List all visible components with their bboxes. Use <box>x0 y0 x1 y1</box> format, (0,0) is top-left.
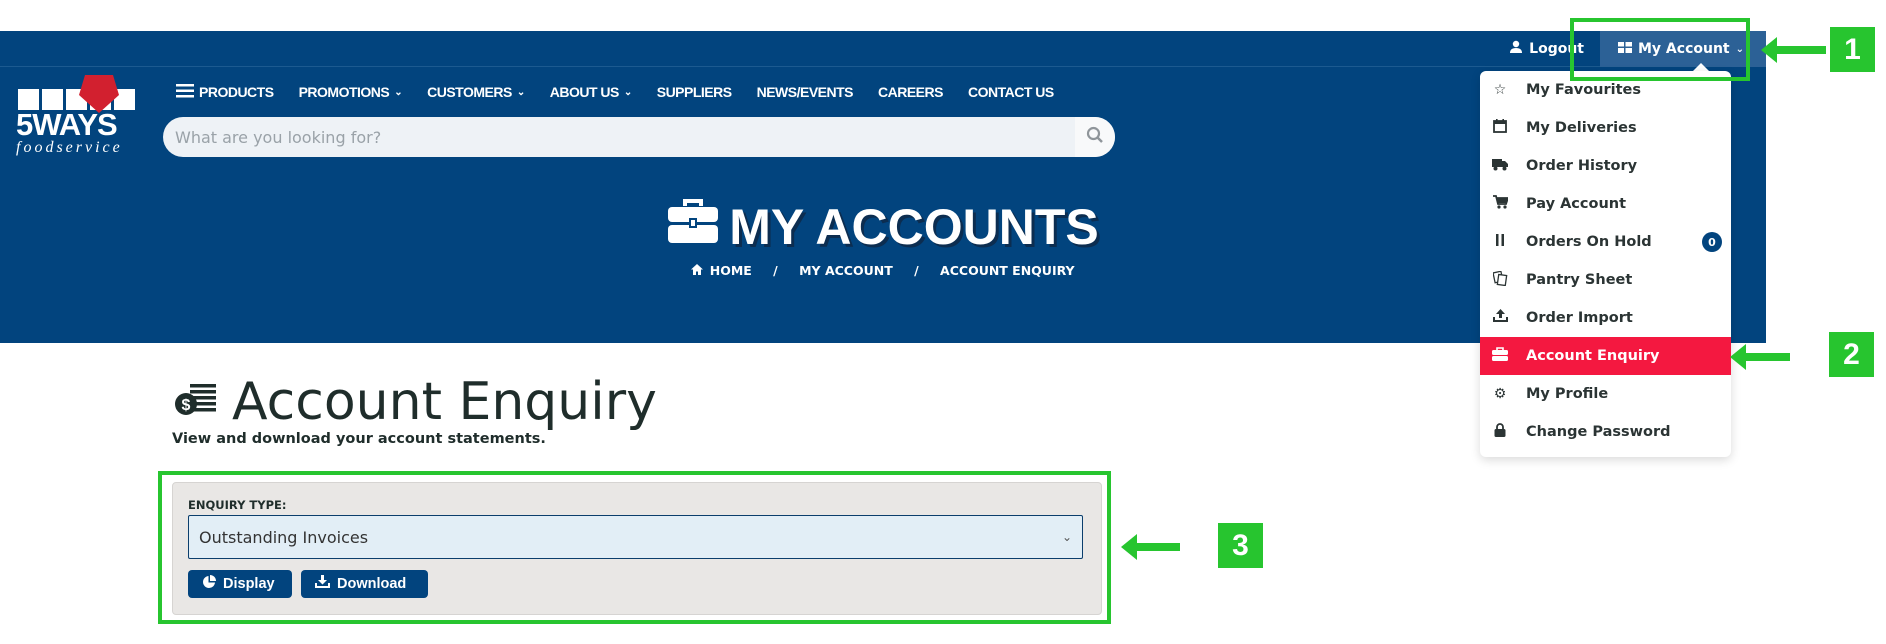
menu-item-order-history[interactable]: Order History <box>1480 147 1731 185</box>
chevron-down-icon: ⌄ <box>394 86 403 98</box>
search-input[interactable] <box>163 126 1075 148</box>
breadcrumb-my-account[interactable]: MY ACCOUNT <box>799 263 893 278</box>
annotation-label-3: 3 <box>1218 523 1263 568</box>
annotation-box-1 <box>1570 18 1750 81</box>
nav-promotions[interactable]: PROMOTIONS ⌄ <box>299 84 403 100</box>
menu-item-my-deliveries[interactable]: My Deliveries <box>1480 109 1731 147</box>
nav-label: ABOUT US <box>549 84 620 100</box>
menu-item-label: Orders On Hold <box>1526 234 1652 250</box>
menu-item-label: Change Password <box>1526 424 1671 440</box>
truck-icon <box>1490 158 1510 175</box>
search-button[interactable] <box>1075 117 1115 157</box>
menu-item-label: Order History <box>1526 158 1638 174</box>
chevron-down-icon: ⌄ <box>623 86 632 98</box>
annotation-arrow-3 <box>1121 534 1180 560</box>
menu-item-label: Pantry Sheet <box>1526 272 1633 288</box>
nav-about-us[interactable]: ABOUT US ⌄ <box>549 84 633 100</box>
search-bar <box>163 117 1115 157</box>
nav-customers[interactable]: CUSTOMERS ⌄ <box>427 84 525 100</box>
menu-item-orders-on-hold[interactable]: Orders On Hold 0 <box>1480 223 1731 261</box>
logo-brand: 5WAYS <box>16 107 118 142</box>
breadcrumb-separator: / <box>773 263 778 278</box>
content-subtitle: View and download your account statement… <box>172 431 546 447</box>
nav-label: CAREERS <box>878 84 943 100</box>
breadcrumb-separator: / <box>914 263 919 278</box>
star-icon: ☆ <box>1493 82 1507 98</box>
user-icon <box>1509 40 1523 58</box>
nav-careers[interactable]: CAREERS <box>878 84 943 100</box>
annotation-label-2: 2 <box>1829 332 1874 377</box>
account-dropdown-menu: ☆ My Favourites My Deliveries Order Hist… <box>1480 71 1731 457</box>
page-title: MY ACCOUNTS <box>729 199 1099 255</box>
menu-item-change-password[interactable]: Change Password <box>1480 413 1731 451</box>
briefcase-icon <box>667 198 719 256</box>
svg-text:$: $ <box>182 397 191 414</box>
hamburger-icon <box>176 83 194 101</box>
annotation-label-1: 1 <box>1830 27 1875 72</box>
menu-item-order-import[interactable]: Order Import <box>1480 299 1731 337</box>
annotation-arrow-1 <box>1761 37 1826 63</box>
logo-tagline: foodservice <box>16 139 123 156</box>
gear-icon: ⚙ <box>1493 386 1507 402</box>
nav-news-events[interactable]: NEWS/EVENTS <box>756 84 854 100</box>
copy-icon <box>1490 270 1510 290</box>
chevron-down-icon: ⌄ <box>516 86 525 98</box>
main-nav: PRODUCTS PROMOTIONS ⌄ CUSTOMERS ⌄ ABOUT … <box>176 82 1079 102</box>
search-icon <box>1086 126 1104 148</box>
nav-label: CONTACT US <box>967 84 1054 100</box>
annotation-box-3 <box>158 471 1111 624</box>
lock-icon <box>1490 423 1510 441</box>
nav-label: PROMOTIONS <box>298 84 390 100</box>
nav-contact-us[interactable]: CONTACT US <box>968 84 1054 100</box>
content-title: Account Enquiry <box>232 372 657 432</box>
nav-label: SUPPLIERS <box>656 84 732 100</box>
briefcase-icon <box>1490 347 1510 365</box>
nav-label: PRODUCTS <box>199 84 274 100</box>
orders-on-hold-badge: 0 <box>1702 232 1722 252</box>
logo[interactable]: 5WAYS foodservice <box>16 75 140 157</box>
menu-item-my-profile[interactable]: ⚙ My Profile <box>1480 375 1731 413</box>
menu-item-pay-account[interactable]: Pay Account <box>1480 185 1731 223</box>
menu-item-label: My Profile <box>1526 386 1609 402</box>
upload-icon <box>1490 309 1510 327</box>
menu-item-label: Order Import <box>1526 310 1633 326</box>
nav-products[interactable]: PRODUCTS <box>176 83 274 101</box>
pause-icon <box>1490 234 1510 250</box>
menu-item-label: Account Enquiry <box>1526 348 1660 364</box>
menu-item-label: Pay Account <box>1526 196 1627 212</box>
menu-item-account-enquiry[interactable]: Account Enquiry <box>1480 337 1731 375</box>
nav-suppliers[interactable]: SUPPLIERS <box>657 84 732 100</box>
home-icon <box>691 263 707 278</box>
breadcrumb-current: ACCOUNT ENQUIRY <box>940 263 1075 278</box>
menu-item-pantry-sheet[interactable]: Pantry Sheet <box>1480 261 1731 299</box>
menu-item-label: My Deliveries <box>1526 120 1637 136</box>
cart-icon <box>1490 195 1510 213</box>
calendar-icon <box>1490 119 1510 137</box>
annotation-arrow-2 <box>1730 344 1790 370</box>
breadcrumb-home[interactable]: HOME <box>710 263 752 278</box>
menu-item-label: My Favourites <box>1526 82 1642 98</box>
nav-label: NEWS/EVENTS <box>756 84 854 100</box>
nav-label: CUSTOMERS <box>427 84 512 100</box>
coins-icon: $ <box>174 382 218 422</box>
content-heading: $ Account Enquiry <box>174 372 657 432</box>
